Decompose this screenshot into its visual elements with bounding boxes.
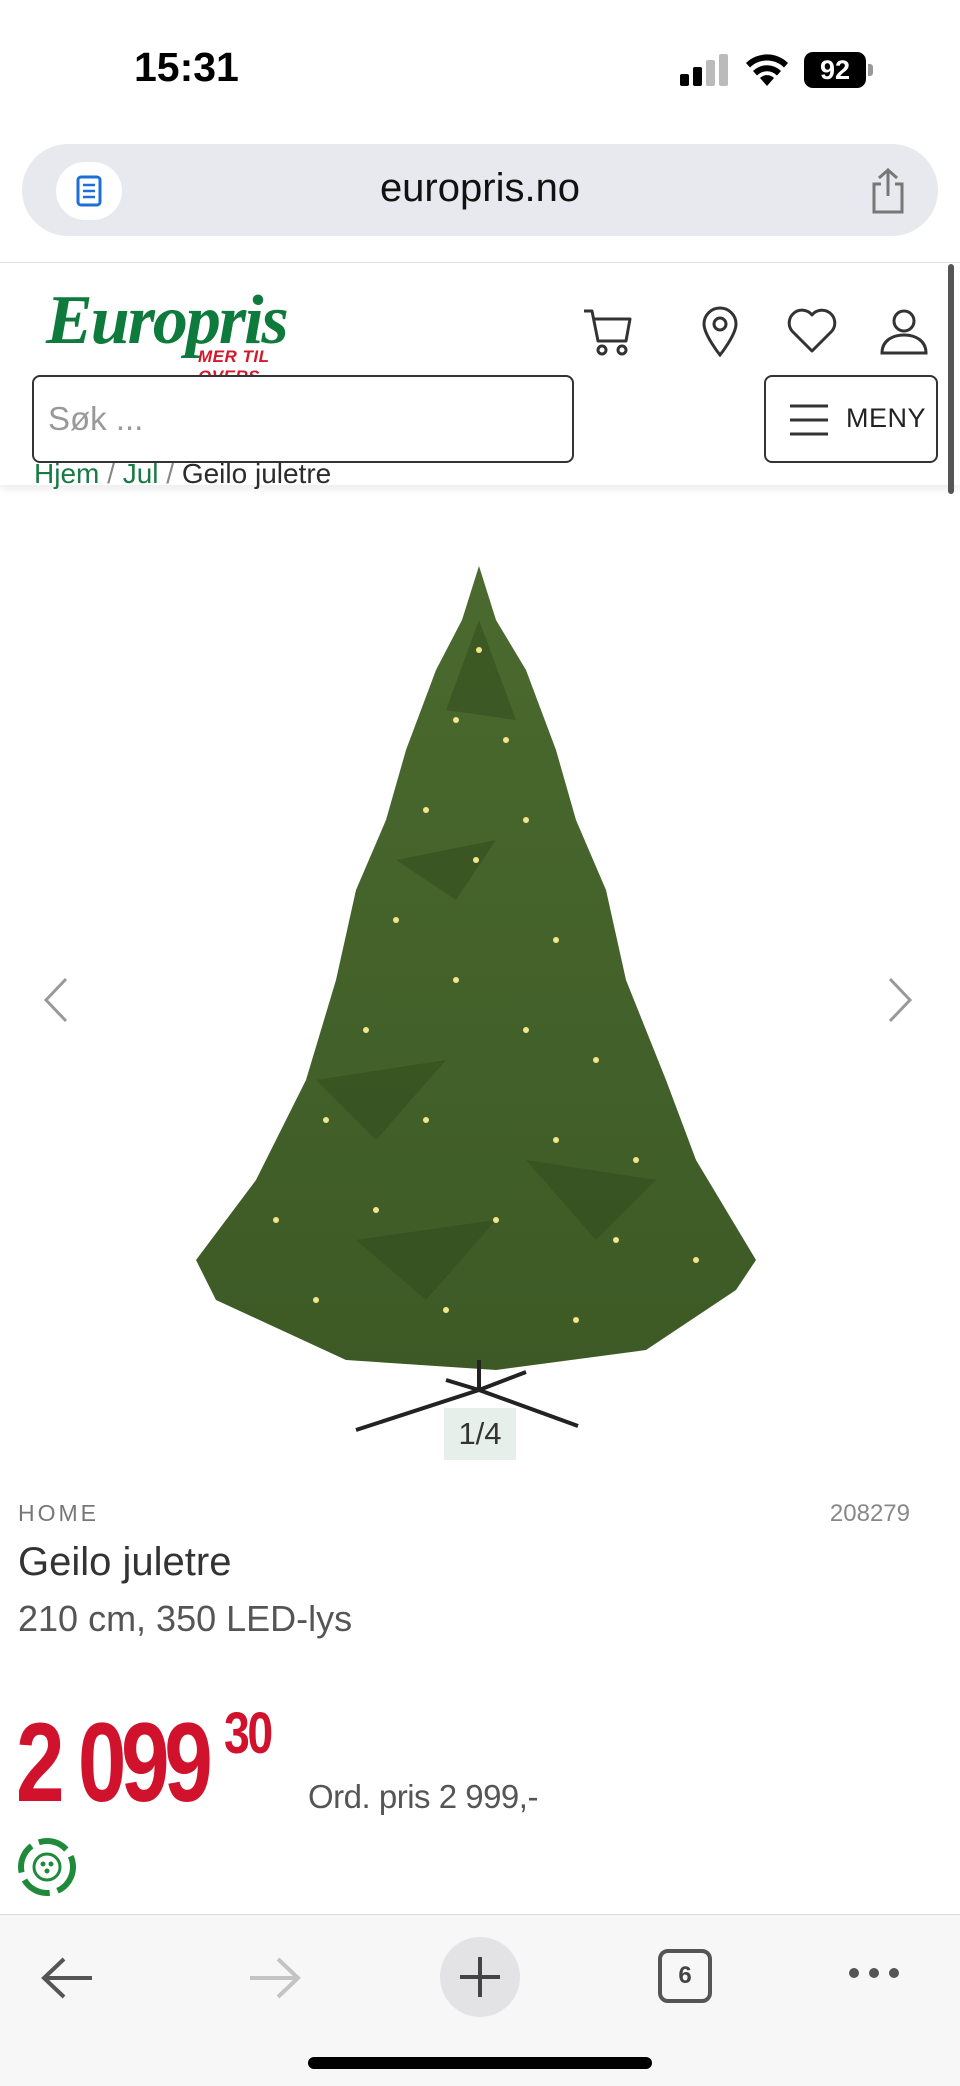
breadcrumb-home-link[interactable]: Hjem <box>34 458 99 489</box>
chevron-left-icon[interactable] <box>38 975 74 1025</box>
breadcrumb: Hjem / Jul / Geilo juletre <box>34 458 332 489</box>
site-header: Europris MER TIL OVERS Søk ... MENY <box>0 263 960 485</box>
home-indicator[interactable] <box>308 2057 652 2069</box>
status-time: 15:31 <box>134 44 239 90</box>
product-sku: 208279 <box>829 1500 910 1527</box>
product-title: Geilo juletre <box>18 1540 232 1584</box>
forward-arrow-icon[interactable] <box>246 1955 302 2001</box>
product-subtitle: 210 cm, 350 LED-lys <box>18 1598 353 1639</box>
product-brand[interactable]: HOME <box>18 1500 99 1527</box>
price-cents: 30 <box>224 1701 273 1766</box>
wifi-icon <box>746 54 788 86</box>
plus-icon <box>460 1957 500 1997</box>
share-icon[interactable] <box>868 168 908 214</box>
breadcrumb-current: Geilo juletre <box>181 458 332 489</box>
hamburger-icon <box>790 404 828 436</box>
breadcrumb-category-link[interactable]: Jul <box>123 458 159 489</box>
location-pin-icon[interactable] <box>692 303 748 359</box>
more-options-icon[interactable] <box>846 1963 902 1983</box>
scrollbar[interactable] <box>948 264 954 494</box>
new-tab-button[interactable] <box>440 1937 520 2017</box>
battery-level: 92 <box>804 52 866 88</box>
search-input[interactable]: Søk ... <box>32 375 574 463</box>
europris-logo[interactable]: Europris MER TIL OVERS <box>46 281 336 386</box>
url-text[interactable]: europris.no <box>22 166 938 211</box>
cellular-signal-icon <box>680 54 728 86</box>
price-main: 2 099 <box>16 1700 213 1825</box>
menu-button[interactable]: MENY <box>764 375 938 463</box>
eco-recycle-badge-icon[interactable] <box>16 1836 78 1898</box>
heart-icon[interactable] <box>784 303 840 359</box>
user-account-icon[interactable] <box>876 303 932 359</box>
address-bar[interactable]: europris.no <box>22 144 938 236</box>
gallery-counter: 1/4 <box>444 1408 516 1460</box>
tabs-button[interactable]: 6 <box>658 1949 712 2003</box>
menu-label: MENY <box>846 403 927 433</box>
battery-icon: 92 <box>804 52 874 88</box>
browser-toolbar: 6 <box>0 1914 960 2086</box>
back-arrow-icon[interactable] <box>40 1955 96 2001</box>
product-image-christmas-tree[interactable] <box>196 560 762 1440</box>
product-price: 2 099 30 <box>16 1698 273 1827</box>
chevron-right-icon[interactable] <box>882 975 918 1025</box>
ordinary-price: Ord. pris 2 999,- <box>308 1778 538 1815</box>
cart-icon[interactable] <box>580 303 636 359</box>
